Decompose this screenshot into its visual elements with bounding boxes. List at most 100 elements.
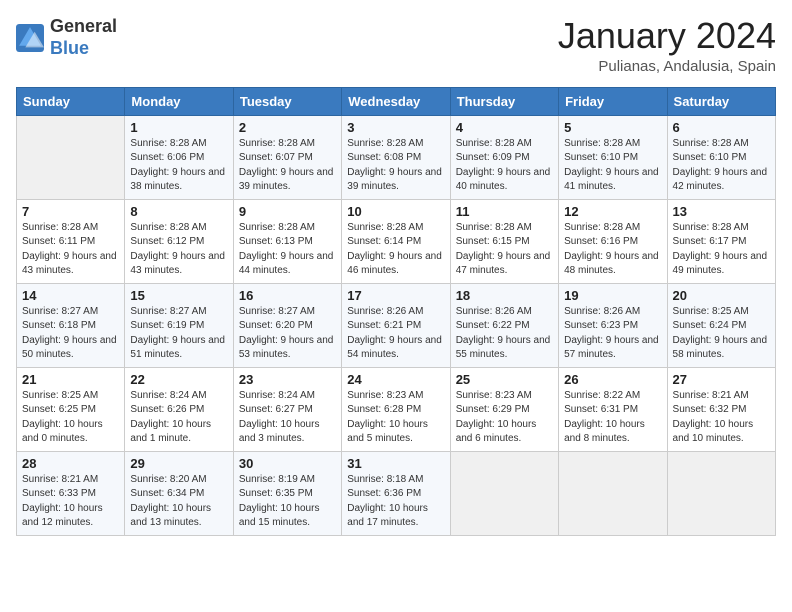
day-info: Sunrise: 8:23 AM Sunset: 6:28 PM Dayligh… <box>347 389 444 447</box>
day-number: 16 <box>239 288 336 303</box>
day-number: 11 <box>456 204 553 219</box>
day-info: Sunrise: 8:19 AM Sunset: 6:35 PM Dayligh… <box>239 473 336 531</box>
table-row: 6 Sunrise: 8:28 AM Sunset: 6:10 PM Daylig… <box>667 115 775 199</box>
col-friday: Friday <box>559 87 667 115</box>
col-saturday: Saturday <box>667 87 775 115</box>
day-info: Sunrise: 8:28 AM Sunset: 6:16 PM Dayligh… <box>564 221 661 279</box>
day-number: 4 <box>456 120 553 135</box>
col-thursday: Thursday <box>450 87 558 115</box>
day-number: 24 <box>347 372 444 387</box>
table-row: 9 Sunrise: 8:28 AM Sunset: 6:13 PM Daylig… <box>233 199 341 283</box>
day-number: 12 <box>564 204 661 219</box>
day-info: Sunrise: 8:27 AM Sunset: 6:20 PM Dayligh… <box>239 305 336 363</box>
day-number: 1 <box>130 120 227 135</box>
day-info: Sunrise: 8:28 AM Sunset: 6:15 PM Dayligh… <box>456 221 553 279</box>
day-number: 7 <box>22 204 119 219</box>
table-row: 8Sunrise: 8:28 AM Sunset: 6:12 PM Daylig… <box>125 199 233 283</box>
day-info: Sunrise: 8:26 AM Sunset: 6:23 PM Dayligh… <box>564 305 661 363</box>
day-info: Sunrise: 8:20 AM Sunset: 6:34 PM Dayligh… <box>130 473 227 531</box>
day-number: 5 <box>564 120 661 135</box>
table-row: 28Sunrise: 8:21 AM Sunset: 6:33 PM Dayli… <box>17 451 125 535</box>
table-row: 3Sunrise: 8:28 AM Sunset: 6:08 PM Daylig… <box>342 115 450 199</box>
logo-line2: Blue <box>50 38 117 60</box>
day-info: Sunrise: 8:28 AM Sunset: 6:12 PM Dayligh… <box>130 221 227 279</box>
day-info: Sunrise: 8:28 AM Sunset: 6:10 PM Dayligh… <box>673 137 770 195</box>
table-row: 7 Sunrise: 8:28 AM Sunset: 6:11 PM Daylig… <box>17 199 125 283</box>
day-number: 15 <box>130 288 227 303</box>
day-number: 21 <box>22 372 119 387</box>
table-row: 25 Sunrise: 8:23 AM Sunset: 6:29 PM Dayli… <box>450 367 558 451</box>
table-row: 20Sunrise: 8:25 AM Sunset: 6:24 PM Dayli… <box>667 283 775 367</box>
table-row: 1 Sunrise: 8:28 AM Sunset: 6:06 PM Daylig… <box>125 115 233 199</box>
table-row: 5 Sunrise: 8:28 AM Sunset: 6:10 PM Daylig… <box>559 115 667 199</box>
day-number: 3 <box>347 120 444 135</box>
month-title: January 2024 <box>558 16 776 56</box>
table-row: 12 Sunrise: 8:28 AM Sunset: 6:16 PM Dayli… <box>559 199 667 283</box>
day-info: Sunrise: 8:28 AM Sunset: 6:14 PM Dayligh… <box>347 221 444 279</box>
day-info: Sunrise: 8:28 AM Sunset: 6:10 PM Dayligh… <box>564 137 661 195</box>
table-row: 30Sunrise: 8:19 AM Sunset: 6:35 PM Dayli… <box>233 451 341 535</box>
day-info: Sunrise: 8:26 AM Sunset: 6:21 PM Dayligh… <box>347 305 444 363</box>
table-row: 17 Sunrise: 8:26 AM Sunset: 6:21 PM Dayli… <box>342 283 450 367</box>
calendar-week-row: 21 Sunrise: 8:25 AM Sunset: 6:25 PM Dayli… <box>17 367 776 451</box>
day-number: 26 <box>564 372 661 387</box>
day-info: Sunrise: 8:27 AM Sunset: 6:18 PM Dayligh… <box>22 305 119 363</box>
day-number: 31 <box>347 456 444 471</box>
day-info: Sunrise: 8:25 AM Sunset: 6:25 PM Dayligh… <box>22 389 119 447</box>
day-info: Sunrise: 8:28 AM Sunset: 6:13 PM Dayligh… <box>239 221 336 279</box>
day-info: Sunrise: 8:28 AM Sunset: 6:11 PM Dayligh… <box>22 221 119 279</box>
table-row: 23Sunrise: 8:24 AM Sunset: 6:27 PM Dayli… <box>233 367 341 451</box>
page-header: General Blue January 2024 Pulianas, Anda… <box>16 16 776 75</box>
calendar-week-row: 14 Sunrise: 8:27 AM Sunset: 6:18 PM Dayli… <box>17 283 776 367</box>
table-row: 13Sunrise: 8:28 AM Sunset: 6:17 PM Dayli… <box>667 199 775 283</box>
day-info: Sunrise: 8:28 AM Sunset: 6:07 PM Dayligh… <box>239 137 336 195</box>
day-info: Sunrise: 8:24 AM Sunset: 6:27 PM Dayligh… <box>239 389 336 447</box>
day-number: 29 <box>130 456 227 471</box>
day-number: 22 <box>130 372 227 387</box>
day-info: Sunrise: 8:18 AM Sunset: 6:36 PM Dayligh… <box>347 473 444 531</box>
day-number: 25 <box>456 372 553 387</box>
title-block: January 2024 Pulianas, Andalusia, Spain <box>558 16 776 75</box>
day-number: 18 <box>456 288 553 303</box>
col-wednesday: Wednesday <box>342 87 450 115</box>
day-number: 10 <box>347 204 444 219</box>
table-row: 19Sunrise: 8:26 AM Sunset: 6:23 PM Dayli… <box>559 283 667 367</box>
day-info: Sunrise: 8:22 AM Sunset: 6:31 PM Dayligh… <box>564 389 661 447</box>
day-info: Sunrise: 8:28 AM Sunset: 6:06 PM Dayligh… <box>130 137 227 195</box>
table-row <box>17 115 125 199</box>
col-monday: Monday <box>125 87 233 115</box>
table-row <box>559 451 667 535</box>
col-sunday: Sunday <box>17 87 125 115</box>
table-row: 18 Sunrise: 8:26 AM Sunset: 6:22 PM Dayli… <box>450 283 558 367</box>
table-row: 16 Sunrise: 8:27 AM Sunset: 6:20 PM Dayli… <box>233 283 341 367</box>
table-row: 22 Sunrise: 8:24 AM Sunset: 6:26 PM Dayli… <box>125 367 233 451</box>
day-info: Sunrise: 8:28 AM Sunset: 6:09 PM Dayligh… <box>456 137 553 195</box>
logo-icon <box>16 24 44 52</box>
table-row <box>667 451 775 535</box>
table-row: 11 Sunrise: 8:28 AM Sunset: 6:15 PM Dayli… <box>450 199 558 283</box>
calendar-table: Sunday Monday Tuesday Wednesday Thursday… <box>16 87 776 536</box>
day-info: Sunrise: 8:23 AM Sunset: 6:29 PM Dayligh… <box>456 389 553 447</box>
logo: General Blue <box>16 16 117 59</box>
day-number: 14 <box>22 288 119 303</box>
table-row: 26 Sunrise: 8:22 AM Sunset: 6:31 PM Dayli… <box>559 367 667 451</box>
day-info: Sunrise: 8:26 AM Sunset: 6:22 PM Dayligh… <box>456 305 553 363</box>
calendar-week-row: 1 Sunrise: 8:28 AM Sunset: 6:06 PM Daylig… <box>17 115 776 199</box>
calendar-header-row: Sunday Monday Tuesday Wednesday Thursday… <box>17 87 776 115</box>
day-number: 17 <box>347 288 444 303</box>
location-subtitle: Pulianas, Andalusia, Spain <box>558 58 776 75</box>
day-number: 9 <box>239 204 336 219</box>
day-number: 2 <box>239 120 336 135</box>
day-number: 28 <box>22 456 119 471</box>
calendar-week-row: 28Sunrise: 8:21 AM Sunset: 6:33 PM Dayli… <box>17 451 776 535</box>
day-number: 6 <box>673 120 770 135</box>
table-row: 15Sunrise: 8:27 AM Sunset: 6:19 PM Dayli… <box>125 283 233 367</box>
table-row: 2 Sunrise: 8:28 AM Sunset: 6:07 PM Daylig… <box>233 115 341 199</box>
table-row: 31 Sunrise: 8:18 AM Sunset: 6:36 PM Dayli… <box>342 451 450 535</box>
table-row: 21 Sunrise: 8:25 AM Sunset: 6:25 PM Dayli… <box>17 367 125 451</box>
table-row <box>450 451 558 535</box>
calendar-week-row: 7 Sunrise: 8:28 AM Sunset: 6:11 PM Daylig… <box>17 199 776 283</box>
day-number: 13 <box>673 204 770 219</box>
day-info: Sunrise: 8:24 AM Sunset: 6:26 PM Dayligh… <box>130 389 227 447</box>
table-row: 14 Sunrise: 8:27 AM Sunset: 6:18 PM Dayli… <box>17 283 125 367</box>
